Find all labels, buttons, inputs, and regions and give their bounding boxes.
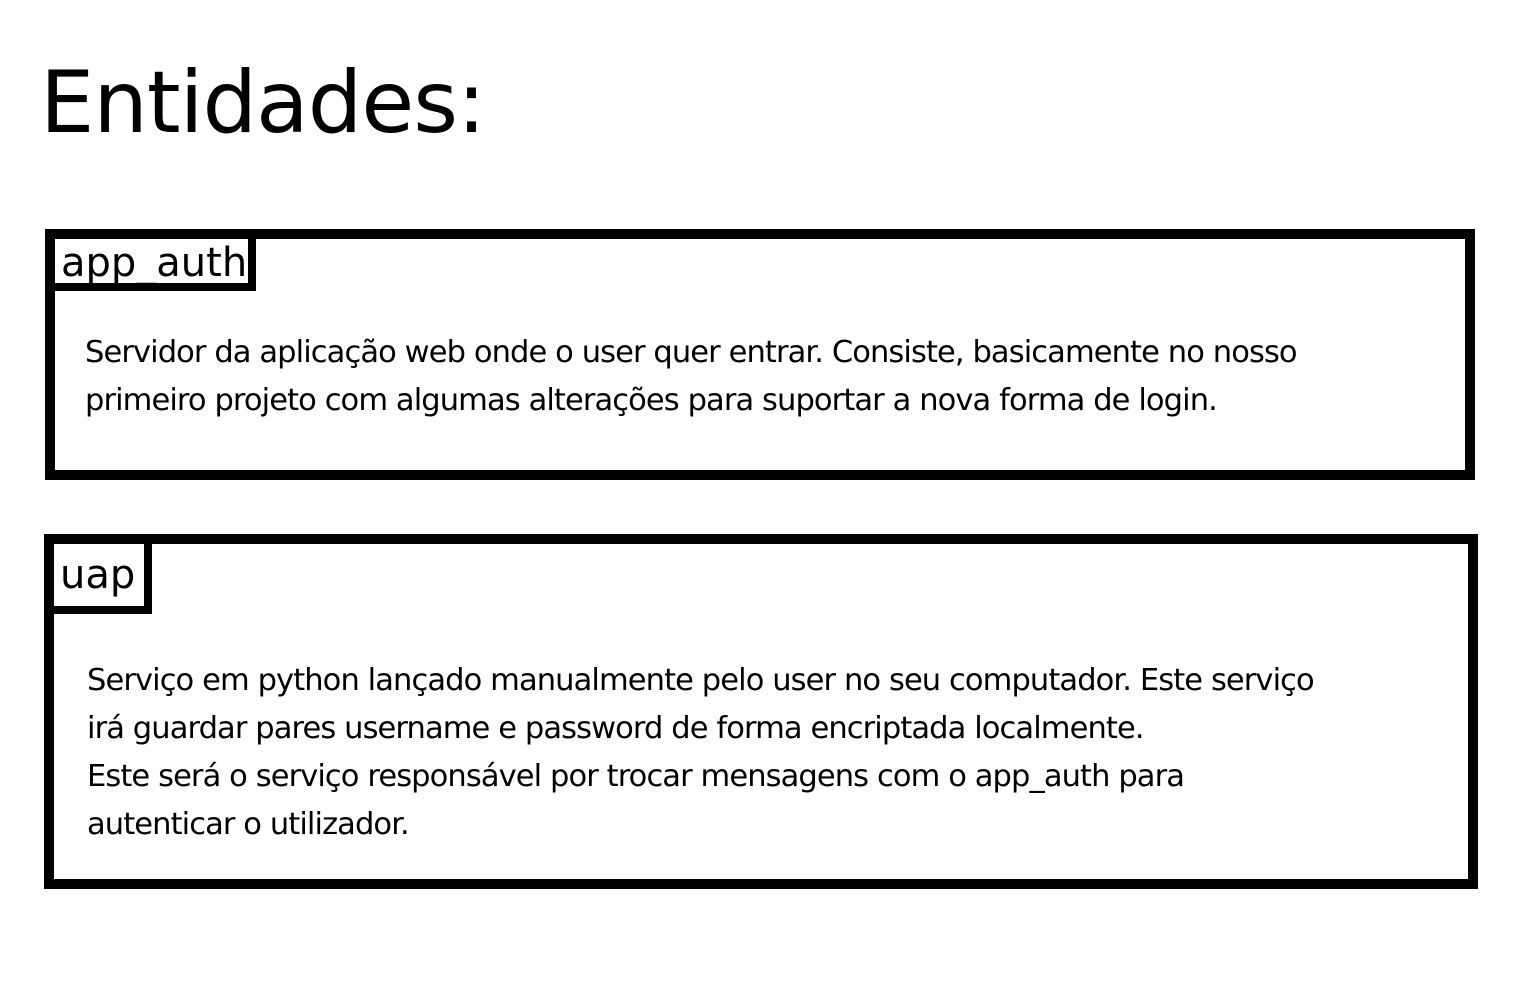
entity-label-app-auth: app_auth (55, 239, 256, 291)
entity-box-app-auth: app_auth Servidor da aplicação web onde … (45, 229, 1475, 480)
entity-label-uap: uap (54, 544, 152, 614)
entity-description-uap: Serviço em python lançado manualmente pe… (87, 663, 1315, 842)
page-title: Entidades: (40, 53, 486, 153)
entity-box-uap: uap Serviço em python lançado manualment… (44, 534, 1478, 889)
entity-description-app-auth: Servidor da aplicação web onde o user qu… (85, 335, 1298, 418)
